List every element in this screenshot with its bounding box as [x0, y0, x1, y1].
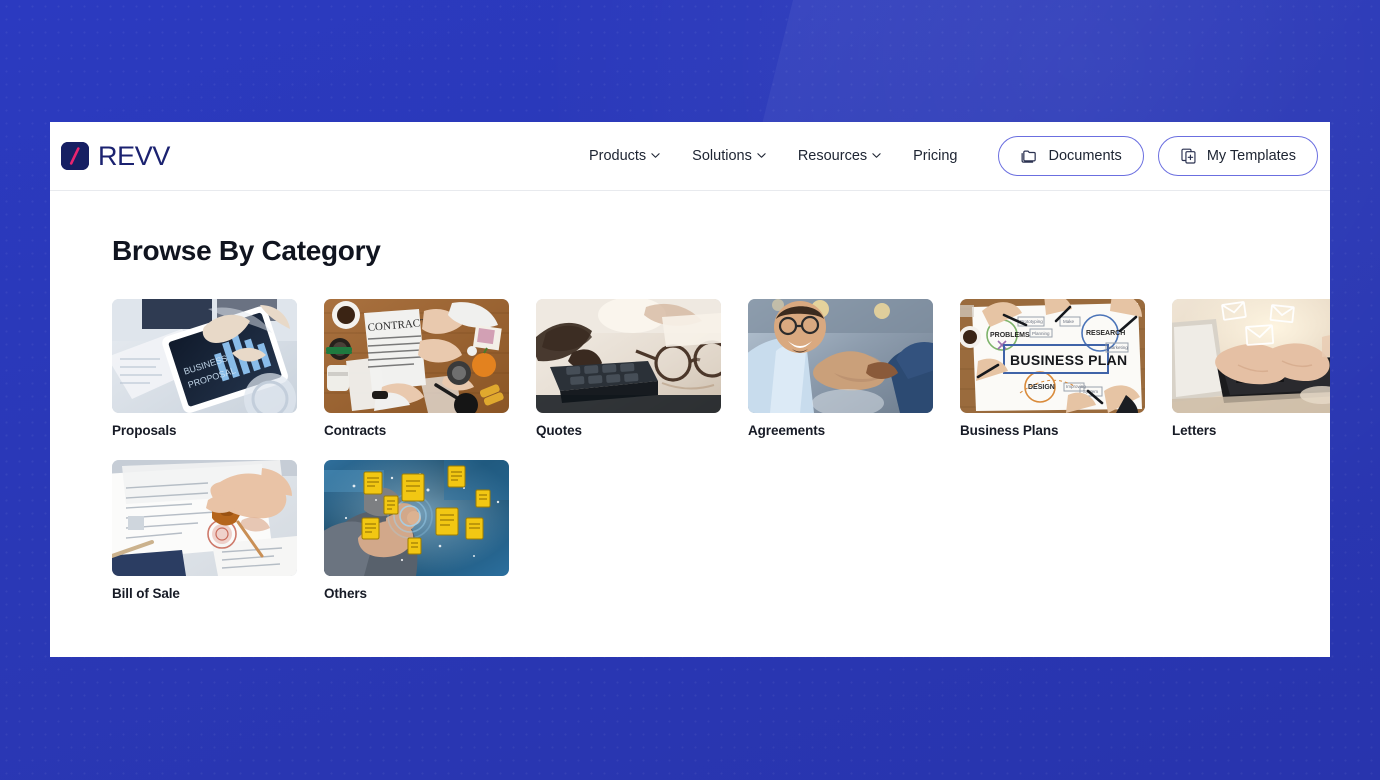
digital-documents-touch-photo — [324, 460, 509, 576]
category-card-letters[interactable]: Letters — [1172, 299, 1330, 438]
header-actions: Documents My Templates — [998, 136, 1318, 176]
documents-button-label: Documents — [1048, 148, 1122, 164]
documents-button[interactable]: Documents — [998, 136, 1144, 176]
svg-text:DESIGN: DESIGN — [1028, 384, 1055, 391]
category-label: Agreements — [748, 423, 826, 438]
category-label: Letters — [1172, 423, 1217, 438]
main-content: Browse By Category BUSINESS PROPOSAL Pro… — [50, 235, 1330, 601]
nav-item-label: Pricing — [913, 148, 958, 164]
folder-copy-icon — [1020, 148, 1039, 165]
site-header: REVV Products Solutions Resources Pricin… — [50, 122, 1330, 191]
svg-text:PROBLEMS: PROBLEMS — [990, 332, 1030, 339]
copy-add-icon — [1180, 147, 1198, 165]
chevron-down-icon — [872, 151, 881, 160]
category-label: Quotes — [536, 423, 582, 438]
page-title: Browse By Category — [112, 235, 381, 266]
nav-item-products[interactable]: Products — [573, 148, 676, 164]
category-card-others[interactable]: Others — [324, 460, 509, 601]
nav-item-label: Solutions — [692, 148, 752, 164]
category-label: Contracts — [324, 423, 387, 438]
tablet-business-proposal-photo: BUSINESS PROPOSAL — [112, 299, 297, 413]
category-card-business-plans[interactable]: PROBLEMS RESEARCH DESIGN BUSINESS PLAN P… — [960, 299, 1145, 438]
main-nav: Products Solutions Resources Pricing Doc… — [573, 136, 1318, 176]
svg-text:BUSINESS PLAN: BUSINESS PLAN — [1010, 352, 1127, 368]
handshake-photo — [748, 299, 933, 413]
my-templates-button-label: My Templates — [1206, 148, 1296, 164]
wax-seal-document-photo — [112, 460, 297, 576]
category-card-quotes[interactable]: Quotes — [536, 299, 721, 438]
svg-text:Marketing: Marketing — [1108, 345, 1128, 350]
contract-desk-signing-photo: CONTRACT — [324, 299, 509, 413]
app-window-card: REVV Products Solutions Resources Pricin… — [50, 122, 1330, 657]
nav-item-solutions[interactable]: Solutions — [676, 148, 782, 164]
category-card-agreements[interactable]: Agreements — [748, 299, 933, 438]
nav-item-pricing[interactable]: Pricing — [897, 148, 973, 164]
nav-item-label: Products — [588, 148, 647, 164]
brand-logo[interactable]: REVV — [61, 141, 170, 172]
category-label: Others — [324, 586, 367, 601]
my-templates-button[interactable]: My Templates — [1157, 136, 1318, 176]
brand-name: REVV — [98, 140, 170, 171]
category-card-bill-of-sale[interactable]: Bill of Sale — [112, 460, 297, 601]
chevron-down-icon — [757, 151, 766, 160]
svg-text:Planning: Planning — [1032, 331, 1050, 336]
slash-logo-icon — [61, 142, 89, 170]
category-card-contracts[interactable]: CONTRACT Contracts — [324, 299, 509, 438]
calculator-glasses-photo — [536, 299, 721, 413]
svg-text:Make: Make — [1063, 319, 1075, 324]
category-label: Business Plans — [960, 423, 1059, 438]
business-plan-whiteboard-photo: PROBLEMS RESEARCH DESIGN BUSINESS PLAN P… — [960, 299, 1145, 413]
laptop-typing-email-photo — [1172, 299, 1330, 413]
nav-item-label: Resources — [797, 148, 868, 164]
chevron-down-icon — [651, 151, 660, 160]
category-card-proposals[interactable]: BUSINESS PROPOSAL Proposals — [112, 299, 297, 438]
category-grid: BUSINESS PROPOSAL Proposals CONTRACT Con… — [112, 299, 1330, 601]
category-label: Bill of Sale — [112, 586, 180, 601]
category-label: Proposals — [112, 423, 177, 438]
nav-item-resources[interactable]: Resources — [782, 148, 897, 164]
